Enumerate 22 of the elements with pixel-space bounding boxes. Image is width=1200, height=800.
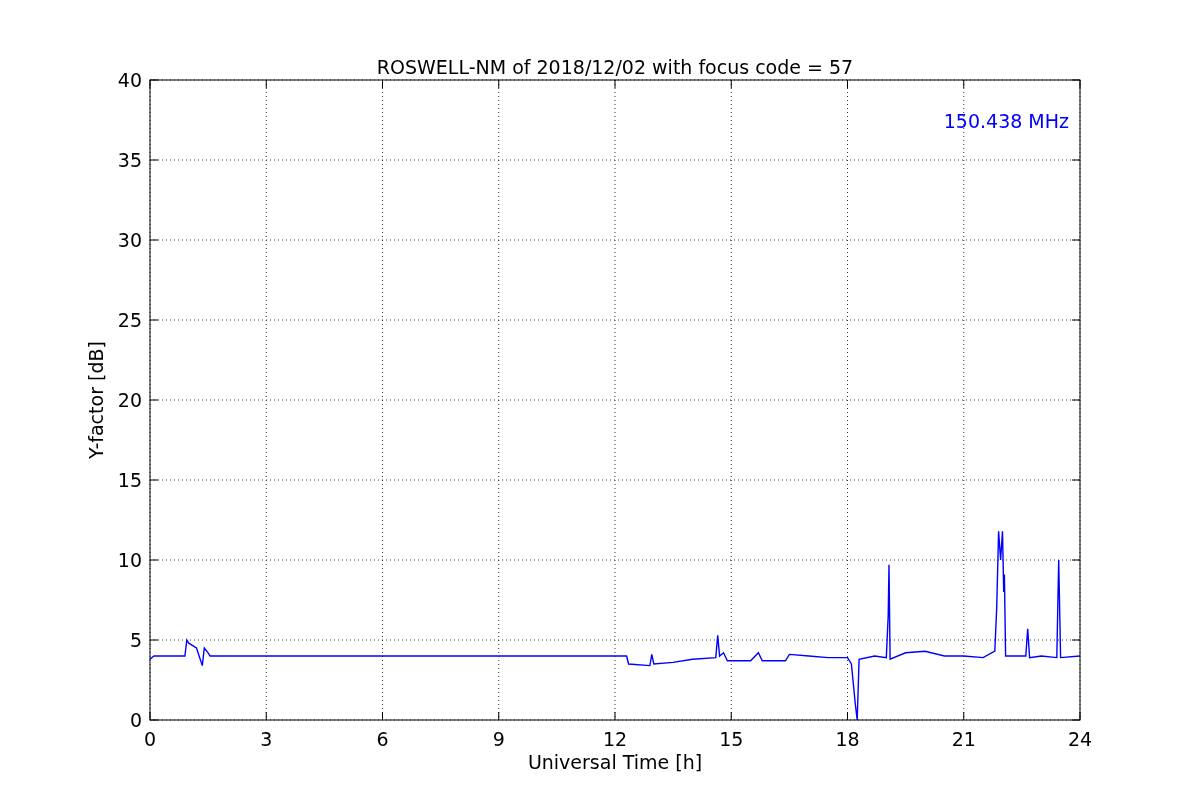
- x-tick-label: 3: [260, 728, 273, 750]
- y-tick-label: 10: [117, 549, 142, 571]
- frequency-annotation: 150.438 MHz: [943, 110, 1069, 132]
- y-tick-label: 15: [117, 469, 142, 491]
- x-tick-label: 24: [1067, 728, 1093, 750]
- y-axis-label: Y-factor [dB]: [85, 341, 107, 459]
- x-tick-label: 6: [376, 728, 389, 750]
- y-tick-label: 5: [129, 629, 142, 651]
- y-tick-label: 30: [117, 229, 142, 251]
- chart-title: ROSWELL-NM of 2018/12/02 with focus code = 57: [376, 56, 854, 78]
- x-tick-label: 21: [951, 728, 976, 750]
- x-tick-label: 15: [719, 728, 744, 750]
- y-tick-label: 25: [117, 309, 142, 331]
- x-tick-label: 0: [143, 728, 157, 750]
- x-tick-label: 12: [602, 728, 628, 750]
- y-tick-label: 40: [117, 69, 142, 91]
- x-tick-label: 18: [835, 728, 860, 750]
- y-tick-label: 35: [117, 149, 142, 171]
- y-tick-label: 20: [117, 389, 142, 411]
- x-tick-label: 9: [492, 728, 505, 750]
- x-axis-label: Universal Time [h]: [527, 751, 703, 773]
- y-tick-label: 0: [129, 709, 142, 731]
